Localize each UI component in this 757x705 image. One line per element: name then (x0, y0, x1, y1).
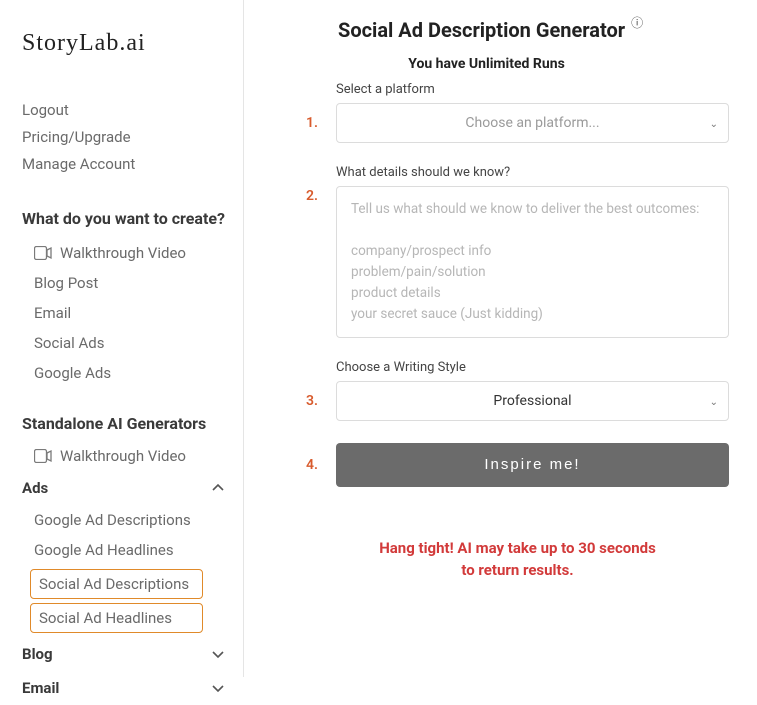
ads-google-ad-headlines[interactable]: Google Ad Headlines (22, 535, 243, 565)
standalone-walkthrough-video[interactable]: Walkthrough Video (22, 441, 243, 471)
menu-label: Walkthrough Video (60, 447, 186, 465)
chevron-down-icon: ⌄ (710, 397, 718, 408)
create-social-ads[interactable]: Social Ads (22, 328, 243, 358)
inspire-button[interactable]: Inspire me! (336, 443, 729, 487)
group-label: Ads (22, 479, 48, 497)
nav-manage-account[interactable]: Manage Account (22, 151, 243, 178)
group-label: Email (22, 679, 59, 697)
page-title-row: Social Ad Description Generator ⓘ (338, 18, 729, 42)
step-number-2: 2. (306, 186, 336, 204)
style-select[interactable]: Professional ⌄ (336, 381, 729, 421)
info-icon[interactable]: ⓘ (631, 14, 643, 31)
create-blog-post[interactable]: Blog Post (22, 268, 243, 298)
logo: StoryLab.ai (22, 30, 243, 57)
platform-label: Select a platform (336, 82, 729, 97)
runs-notice: You have Unlimited Runs (244, 56, 729, 72)
group-email[interactable]: Email (22, 671, 243, 705)
create-heading: What do you want to create? (22, 208, 243, 230)
main: Social Ad Description Generator ⓘ You ha… (244, 0, 757, 677)
step-4: 4. Inspire me! (306, 443, 729, 487)
wait-line-2: to return results. (306, 559, 729, 582)
step-number-3: 3. (306, 393, 336, 409)
step-number-1: 1. (306, 115, 336, 131)
group-blog[interactable]: Blog (22, 637, 243, 671)
video-icon (34, 449, 52, 463)
chevron-down-icon: ⌄ (710, 119, 718, 130)
create-google-ads[interactable]: Google Ads (22, 358, 243, 388)
platform-select[interactable]: Choose an platform... ⌄ (336, 103, 729, 143)
step-number-4: 4. (306, 457, 336, 473)
style-value: Professional (493, 393, 571, 409)
create-email[interactable]: Email (22, 298, 243, 328)
video-icon (34, 246, 52, 260)
group-label: Blog (22, 645, 53, 663)
menu-label: Walkthrough Video (60, 244, 186, 262)
form: Select a platform 1. Choose an platform.… (306, 82, 729, 582)
chevron-up-icon (211, 481, 225, 495)
details-textarea[interactable]: Tell us what should we know to deliver t… (336, 186, 729, 338)
chevron-down-icon (211, 647, 225, 661)
group-ads[interactable]: Ads (22, 471, 243, 505)
ads-google-ad-descriptions[interactable]: Google Ad Descriptions (22, 505, 243, 535)
sidebar: StoryLab.ai Logout Pricing/Upgrade Manag… (0, 0, 244, 677)
page-title: Social Ad Description Generator (338, 18, 625, 42)
platform-placeholder: Choose an platform... (465, 115, 599, 131)
wait-message: Hang tight! AI may take up to 30 seconds… (306, 537, 729, 582)
account-links: Logout Pricing/Upgrade Manage Account (22, 97, 243, 178)
chevron-down-icon (211, 681, 225, 695)
ads-social-ad-headlines[interactable]: Social Ad Headlines (30, 603, 203, 633)
wait-line-1: Hang tight! AI may take up to 30 seconds (306, 537, 729, 560)
step-3: Choose a Writing Style 3. Professional ⌄ (306, 360, 729, 421)
nav-logout[interactable]: Logout (22, 97, 243, 124)
style-label: Choose a Writing Style (336, 360, 729, 375)
ads-social-ad-descriptions[interactable]: Social Ad Descriptions (30, 569, 203, 599)
step-2: What details should we know? 2. Tell us … (306, 165, 729, 338)
details-label: What details should we know? (336, 165, 729, 180)
create-walkthrough-video[interactable]: Walkthrough Video (22, 238, 243, 268)
nav-pricing[interactable]: Pricing/Upgrade (22, 124, 243, 151)
standalone-heading: Standalone AI Generators (22, 414, 243, 433)
step-1: Select a platform 1. Choose an platform.… (306, 82, 729, 143)
